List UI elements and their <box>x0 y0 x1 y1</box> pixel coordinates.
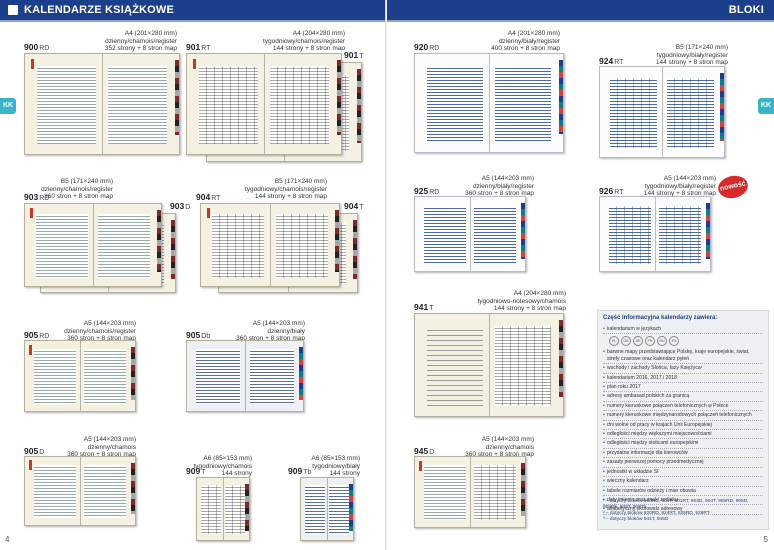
list-item: tabele rozmiarów odzieży i miar obuwia <box>603 487 763 496</box>
product-spec: B5 (171×240 mm) dzienny/chamois/register 3… <box>41 178 113 200</box>
header-rule <box>0 20 387 22</box>
product-code: 926RT <box>599 186 624 196</box>
calendar-illustration <box>414 196 526 272</box>
product-spec: A4 (204×280 mm) tygodniowo-notesowy/chamo… <box>477 290 566 312</box>
product-code: 905D <box>24 446 45 456</box>
calendar-illustration <box>414 313 564 417</box>
product-code: 900RD <box>24 42 50 52</box>
list-item: kalendarium 2016, 2017 i 2018 <box>603 374 763 384</box>
product-spec: B5 (171×240 mm) tygodniowy/biały/register… <box>655 44 728 66</box>
product-code: 924RT <box>599 56 624 66</box>
calendar-illustration <box>24 203 162 287</box>
product-code: 945D <box>414 446 435 456</box>
list-item: dni wolne od pracy w krajach Unii Europe… <box>603 421 763 431</box>
product-spec: A5 (144×203 mm) tygodniowy/biały/register… <box>643 175 716 197</box>
calendar-illustration <box>186 340 304 412</box>
product-spec: A5 (144×203 mm) dzienny/biały/register 360… <box>465 175 534 197</box>
list-item: jednostki w układzie SI <box>603 468 763 478</box>
section-header: KALENDARZE KSIĄŻKOWE <box>0 0 387 20</box>
product-code: 925RD <box>414 186 440 196</box>
product-spec: A4 (204×280 mm) tygodniowy/chamois/regist… <box>262 30 345 52</box>
calendar-illustration <box>599 196 711 272</box>
calendar-illustration <box>414 456 526 528</box>
list-item: adresy ambasad polskich za granicą <box>603 392 763 402</box>
left-page: KALENDARZE KSIĄŻKOWE KK 4 900RD A4 (201×… <box>0 0 387 550</box>
list-item: wieczny kalendarz <box>603 477 763 487</box>
language-flags: PL GB DE FR RU ES <box>603 334 763 348</box>
product-code: 901RT <box>186 42 211 52</box>
calendar-illustration <box>24 53 180 155</box>
calendar-illustration <box>186 53 342 155</box>
calendar-illustration <box>24 340 136 412</box>
product-code: 941T <box>414 302 434 312</box>
list-item: numery kierunkowe międzynarodowych połąc… <box>603 411 763 421</box>
info-box: Część informacyjna kalendarzy zawiera: k… <box>597 310 769 530</box>
product-code: 901T <box>342 50 366 60</box>
list-item: zasady pierwszej pomocy przedmedycznej <box>603 458 763 468</box>
product-spec: B5 (171×240 mm) tygodniowy/chamois/regist… <box>244 178 327 200</box>
calendar-illustration <box>300 477 354 541</box>
product-code: 920RD <box>414 42 440 52</box>
flag-icon: GB <box>621 336 631 347</box>
product-spec: A4 (201×280 mm) dzienny/chamois/register 3… <box>104 30 177 52</box>
calendar-illustration <box>599 66 725 158</box>
calendar-illustration <box>24 456 136 526</box>
header-square-icon <box>8 5 18 15</box>
header-rule <box>387 20 774 22</box>
side-tab[interactable]: KK <box>0 98 16 114</box>
flag-icon: PL <box>609 336 619 347</box>
list-item: odległości między stolicami europejskimi <box>603 439 763 449</box>
product-code: 903D <box>168 201 193 211</box>
calendar-illustration <box>196 477 250 541</box>
list-item: plan roku 2017 <box>603 383 763 393</box>
product-code: 904RT <box>196 192 221 202</box>
product-spec: A4 (201×280 mm) dzienny/biały/register 400… <box>491 30 560 52</box>
calendar-illustration <box>414 53 564 153</box>
product-code: 905RD <box>24 330 50 340</box>
product-spec: A6 (85×153 mm) tygodniowy/chamois 144 stro… <box>193 455 252 477</box>
info-list: kalendarium w językach PL GB DE FR RU ES… <box>603 325 763 515</box>
calendar-illustration <box>200 203 340 287</box>
product-code: 904T <box>342 201 366 211</box>
list-item: wschody i zachody Słońca, fazy Księżyca¹ <box>603 364 763 374</box>
product-code: 909Tb <box>288 466 312 476</box>
footnotes: ¹ – dotyczy bloków 900RD, 901T, 901RT, 9… <box>603 499 749 522</box>
list-item: numery kierunkowe połączeń telefonicznyc… <box>603 402 763 412</box>
flag-icon: DE <box>633 336 643 347</box>
flag-icon: FR <box>645 336 655 347</box>
list-item: odległości między większymi miejscowości… <box>603 430 763 440</box>
page-number: 4 <box>5 535 10 544</box>
page-number: 5 <box>763 535 768 544</box>
list-item: barwne mapy przedstawiające Polskę, kraj… <box>603 348 763 365</box>
flag-icon: ES <box>669 336 679 347</box>
list-item: przydatne informacje dla kierowców <box>603 449 763 459</box>
side-tab[interactable]: KK <box>758 98 774 114</box>
flag-icon: RU <box>657 336 667 347</box>
list-item: kalendarium w językach <box>603 325 763 335</box>
product-code: 905Db <box>186 330 211 340</box>
product-spec: A6 (85×153 mm) tygodniowy/biały 144 strony <box>311 455 360 477</box>
section-header: BLOKI <box>387 0 774 20</box>
info-title: Część informacyjna kalendarzy zawiera: <box>603 315 718 321</box>
